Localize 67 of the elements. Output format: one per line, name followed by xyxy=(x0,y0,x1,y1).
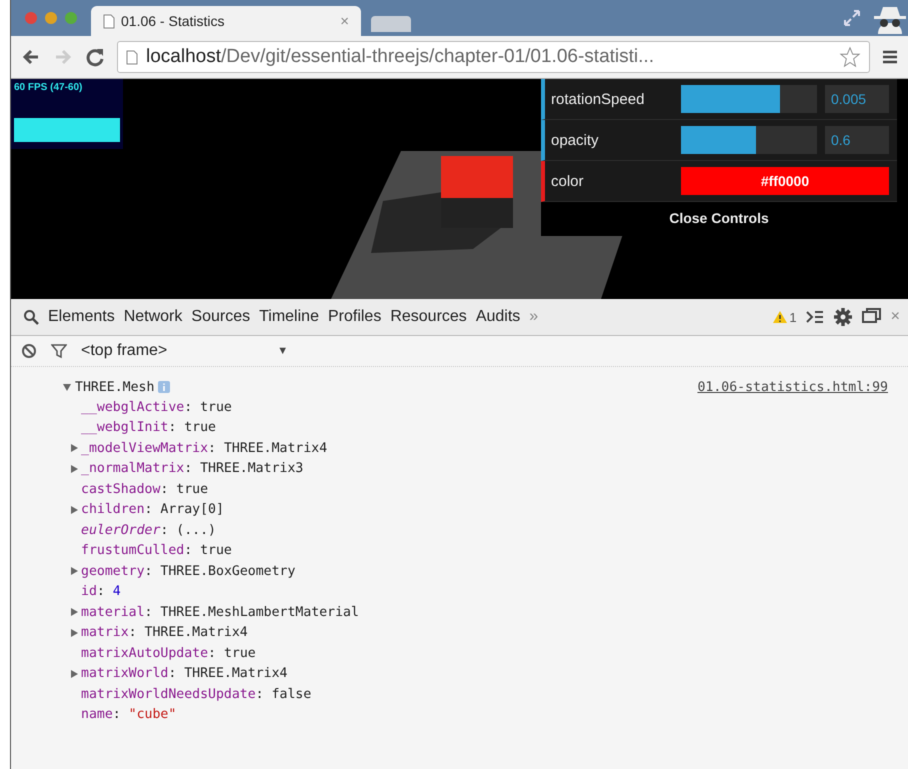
slider-track[interactable] xyxy=(681,85,817,113)
star-icon[interactable] xyxy=(839,46,861,68)
browser-tab[interactable]: 01.06 - Statistics × xyxy=(91,6,361,36)
devtools-tab[interactable]: Sources xyxy=(191,308,250,326)
property-line: _modelViewMatrix: THREE.Matrix4 xyxy=(81,440,328,456)
back-icon[interactable] xyxy=(21,47,41,67)
close-controls-button[interactable]: Close Controls xyxy=(541,202,897,236)
property-line: matrixAutoUpdate: true xyxy=(81,646,256,661)
expand-toggle[interactable] xyxy=(63,384,71,390)
object-name: THREE.Mesh xyxy=(75,380,154,394)
expand-toggle[interactable] xyxy=(71,670,78,678)
devtools-tab[interactable]: Network xyxy=(124,308,182,326)
property-line: eulerOrder: (...) xyxy=(81,522,216,538)
control-label: opacity xyxy=(551,132,600,148)
property-line: matrixWorldNeedsUpdate: false xyxy=(81,686,312,702)
url-host: localhost xyxy=(146,46,221,67)
devtools-tab[interactable]: Elements xyxy=(48,308,115,326)
clear-console-icon[interactable] xyxy=(21,343,37,359)
number-field[interactable]: 0.005 xyxy=(825,85,889,113)
info-icon xyxy=(158,381,170,393)
property-line: __webglInit: true xyxy=(81,420,216,436)
property-line: __webglActive: true xyxy=(81,400,232,415)
property-line: geometry: THREE.BoxGeometry xyxy=(81,564,296,579)
search-icon[interactable] xyxy=(23,309,39,325)
settings-icon[interactable] xyxy=(832,307,853,327)
incognito-icon xyxy=(872,4,908,34)
property-line: frustumCulled: true xyxy=(81,543,232,558)
expand-toggle[interactable] xyxy=(71,506,78,514)
frame-selector[interactable]: <top frame> ▼ xyxy=(81,342,288,360)
expand-toggle[interactable] xyxy=(71,608,78,616)
warning-icon xyxy=(773,311,788,323)
expand-toggle[interactable] xyxy=(71,464,78,473)
address-bar[interactable]: localhost/Dev/git/essential-threejs/chapter-01/01.06-statisti... xyxy=(117,41,870,73)
fullscreen-icon[interactable] xyxy=(842,8,862,28)
devtools-tab[interactable]: Timeline xyxy=(259,308,319,326)
devtools-tab[interactable]: Profiles xyxy=(328,308,382,326)
devtools-tab[interactable]: Audits xyxy=(476,308,520,326)
reload-icon[interactable] xyxy=(85,47,105,67)
expand-toggle[interactable] xyxy=(71,567,78,576)
property-line: material: THREE.MeshLambertMaterial xyxy=(81,604,359,620)
menu-icon[interactable] xyxy=(882,49,898,65)
expand-toggle[interactable] xyxy=(71,444,78,452)
tab-title: 01.06 - Statistics xyxy=(121,13,226,29)
warning-count: 1 xyxy=(789,310,797,324)
control-label: color xyxy=(551,172,585,190)
warning-counter[interactable]: 1 xyxy=(773,310,797,324)
page-icon xyxy=(103,14,115,28)
console-drawer-icon[interactable] xyxy=(806,310,824,324)
control-label: rotationSpeed xyxy=(551,90,646,108)
dock-icon[interactable] xyxy=(862,308,882,326)
property-line: _normalMatrix: THREE.Matrix3 xyxy=(81,461,304,476)
color-field[interactable]: #ff0000 xyxy=(681,167,889,195)
slider-track[interactable] xyxy=(681,126,817,154)
expand-toggle[interactable] xyxy=(71,628,78,637)
filter-icon[interactable] xyxy=(51,343,67,359)
property-line: name: "cube" xyxy=(81,707,176,722)
property-line: castShadow: true xyxy=(81,482,208,497)
number-field[interactable]: 0.6 xyxy=(825,126,889,154)
devtools-tab[interactable]: Resources xyxy=(390,308,467,326)
property-line: matrix: THREE.Matrix4 xyxy=(81,625,248,640)
source-link[interactable]: 01.06-statistics.html:99 xyxy=(697,380,888,394)
page-icon xyxy=(126,50,138,64)
property-line: id: 4 xyxy=(81,584,121,600)
url-path: /Dev/git/essential-threejs/chapter-01/01.06-statisti... xyxy=(221,46,654,67)
property-line: matrixWorld: THREE.Matrix4 xyxy=(81,666,288,682)
fps-readout: 60 FPS (47-60) xyxy=(14,82,84,93)
property-line: children: Array[0] xyxy=(81,502,224,518)
